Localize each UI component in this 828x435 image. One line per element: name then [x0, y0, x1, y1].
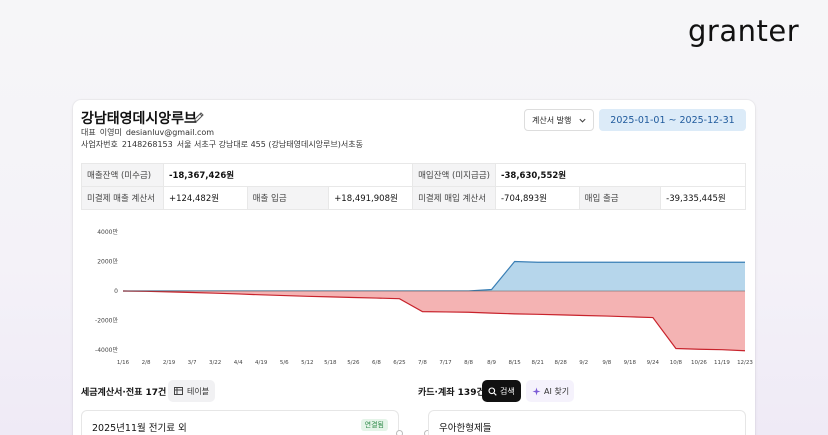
x-tick-label: 9/18	[624, 360, 637, 366]
x-tick-label: 5/6	[280, 360, 289, 366]
x-tick-label: 4/19	[255, 360, 268, 366]
table-view-button[interactable]: 테이블	[168, 380, 215, 402]
x-tick-label: 2/8	[142, 360, 151, 366]
table-icon	[174, 387, 183, 395]
ai-find-label: AI 찾기	[544, 386, 570, 396]
y-tick-label: -4000만	[95, 346, 118, 354]
card-account-item[interactable]: 우아한형제들	[428, 410, 746, 435]
tax-invoice-item[interactable]: 2025년11월 전기료 외 연결됨	[81, 410, 399, 435]
x-tick-label: 3/7	[188, 360, 197, 366]
date-range-picker[interactable]: 2025-01-01 ~ 2025-12-31	[599, 109, 746, 131]
y-tick-label: 2000만	[97, 258, 118, 266]
balance-chart: 4000만 2000만 0 -2000만 -4000만 1/16 2/8 2/19 3/7 3/2…	[95, 228, 753, 366]
chevron-down-icon	[579, 118, 586, 123]
search-button[interactable]: 검색	[482, 380, 521, 402]
linked-badge: 연결됨	[360, 419, 388, 431]
x-tick-label: 9/2	[579, 360, 588, 366]
unpaid-sales-invoice-value: +124,482원	[162, 186, 248, 210]
x-tick-label: 8/28	[555, 360, 568, 366]
company-name: 강남태영데시앙루브	[81, 111, 197, 127]
issue-invoice-label: 계산서 발행	[532, 115, 572, 125]
receivable-label: 매출잔액 (미수금)	[81, 163, 164, 187]
date-range-text: 2025-01-01 ~ 2025-12-31	[610, 114, 735, 126]
x-tick-label: 9/24	[647, 360, 660, 366]
edit-icon[interactable]	[193, 111, 205, 123]
y-tick-label: 4000만	[97, 228, 118, 236]
series-1-area	[123, 291, 745, 351]
summary-table: 매출잔액 (미수금) -18,367,426원 매입잔액 (미지급금) -38,…	[81, 163, 747, 210]
tax-invoice-section-title: 세금계산서·전표 17건	[81, 388, 167, 398]
company-card: 강남태영데시앙루브 대표 이영미 desianluv@gmail.com 사업자번호…	[73, 100, 755, 435]
unpaid-sales-invoice-label: 미결제 매출 계산서	[81, 186, 164, 210]
card-account-item-title: 우아한형제들	[439, 423, 492, 434]
representative-name: 이영미	[99, 128, 122, 137]
unpaid-purchase-invoice-label: 미결제 매입 계산서	[412, 186, 496, 210]
biz-no: 2148268153	[121, 140, 173, 149]
representative-line: 대표 이영미 desianluv@gmail.com	[81, 127, 218, 138]
search-label: 검색	[500, 386, 515, 396]
x-tick-label: 9/8	[602, 360, 611, 366]
x-tick-label: 7/8	[418, 360, 427, 366]
purchase-withdrawal-label: 매입 출금	[578, 186, 662, 210]
company-address: 서울 서초구 강남대로 455 (강남태영데시앙루브)서초동	[176, 140, 363, 149]
sparkle-icon	[532, 387, 541, 395]
payable-label: 매입잔액 (미지급금)	[412, 163, 496, 187]
unpaid-purchase-invoice-value: -704,893원	[494, 186, 580, 210]
x-tick-label: 11/19	[714, 360, 730, 366]
x-tick-label: 10/8	[670, 360, 683, 366]
x-tick-label: 3/22	[209, 360, 221, 366]
x-tick-label: 5/26	[347, 360, 360, 366]
y-tick-label: -2000만	[95, 317, 118, 325]
representative-label: 대표	[81, 128, 96, 137]
x-tick-label: 10/26	[691, 360, 707, 366]
purchase-withdrawal-value: -39,335,445원	[660, 186, 746, 210]
y-tick-label: 0	[114, 288, 118, 295]
sales-deposit-value: +18,491,908원	[328, 186, 414, 210]
x-tick-label: 6/25	[393, 360, 406, 366]
x-tick-label: 8/8	[464, 360, 473, 366]
payable-value: -38,630,552원	[494, 163, 747, 187]
card-account-section-title: 카드·계좌 139건	[418, 388, 485, 398]
x-tick-label: 2/19	[163, 360, 176, 366]
x-tick-label: 6/8	[372, 360, 381, 366]
biz-no-label: 사업자번호	[81, 140, 118, 149]
x-tick-label: 5/12	[301, 360, 313, 366]
x-tick-label: 8/9	[487, 360, 496, 366]
receivable-value: -18,367,426원	[162, 163, 414, 187]
company-email: desianluv@gmail.com	[125, 128, 215, 137]
x-tick-label: 7/17	[439, 360, 452, 366]
x-tick-label: 5/18	[324, 360, 337, 366]
x-tick-label: 1/16	[117, 360, 130, 366]
granter-logo: granter	[688, 14, 800, 48]
search-icon	[488, 386, 497, 396]
ai-find-button[interactable]: AI 찾기	[526, 380, 574, 402]
series-0-area	[123, 261, 745, 291]
table-view-label: 테이블	[187, 386, 210, 396]
link-handle-left[interactable]	[396, 430, 403, 435]
sales-deposit-label: 매출 입금	[246, 186, 330, 210]
issue-invoice-dropdown[interactable]: 계산서 발행	[524, 109, 594, 131]
x-tick-label: 8/15	[508, 360, 521, 366]
tax-invoice-item-title: 2025년11월 전기료 외	[92, 423, 187, 434]
x-tick-label: 4/4	[234, 360, 243, 366]
x-tick-label: 8/21	[531, 360, 543, 366]
x-tick-label: 12/23	[737, 360, 753, 366]
address-line: 사업자번호 2148268153 서울 서초구 강남대로 455 (강남태영데시앙루…	[81, 139, 367, 150]
